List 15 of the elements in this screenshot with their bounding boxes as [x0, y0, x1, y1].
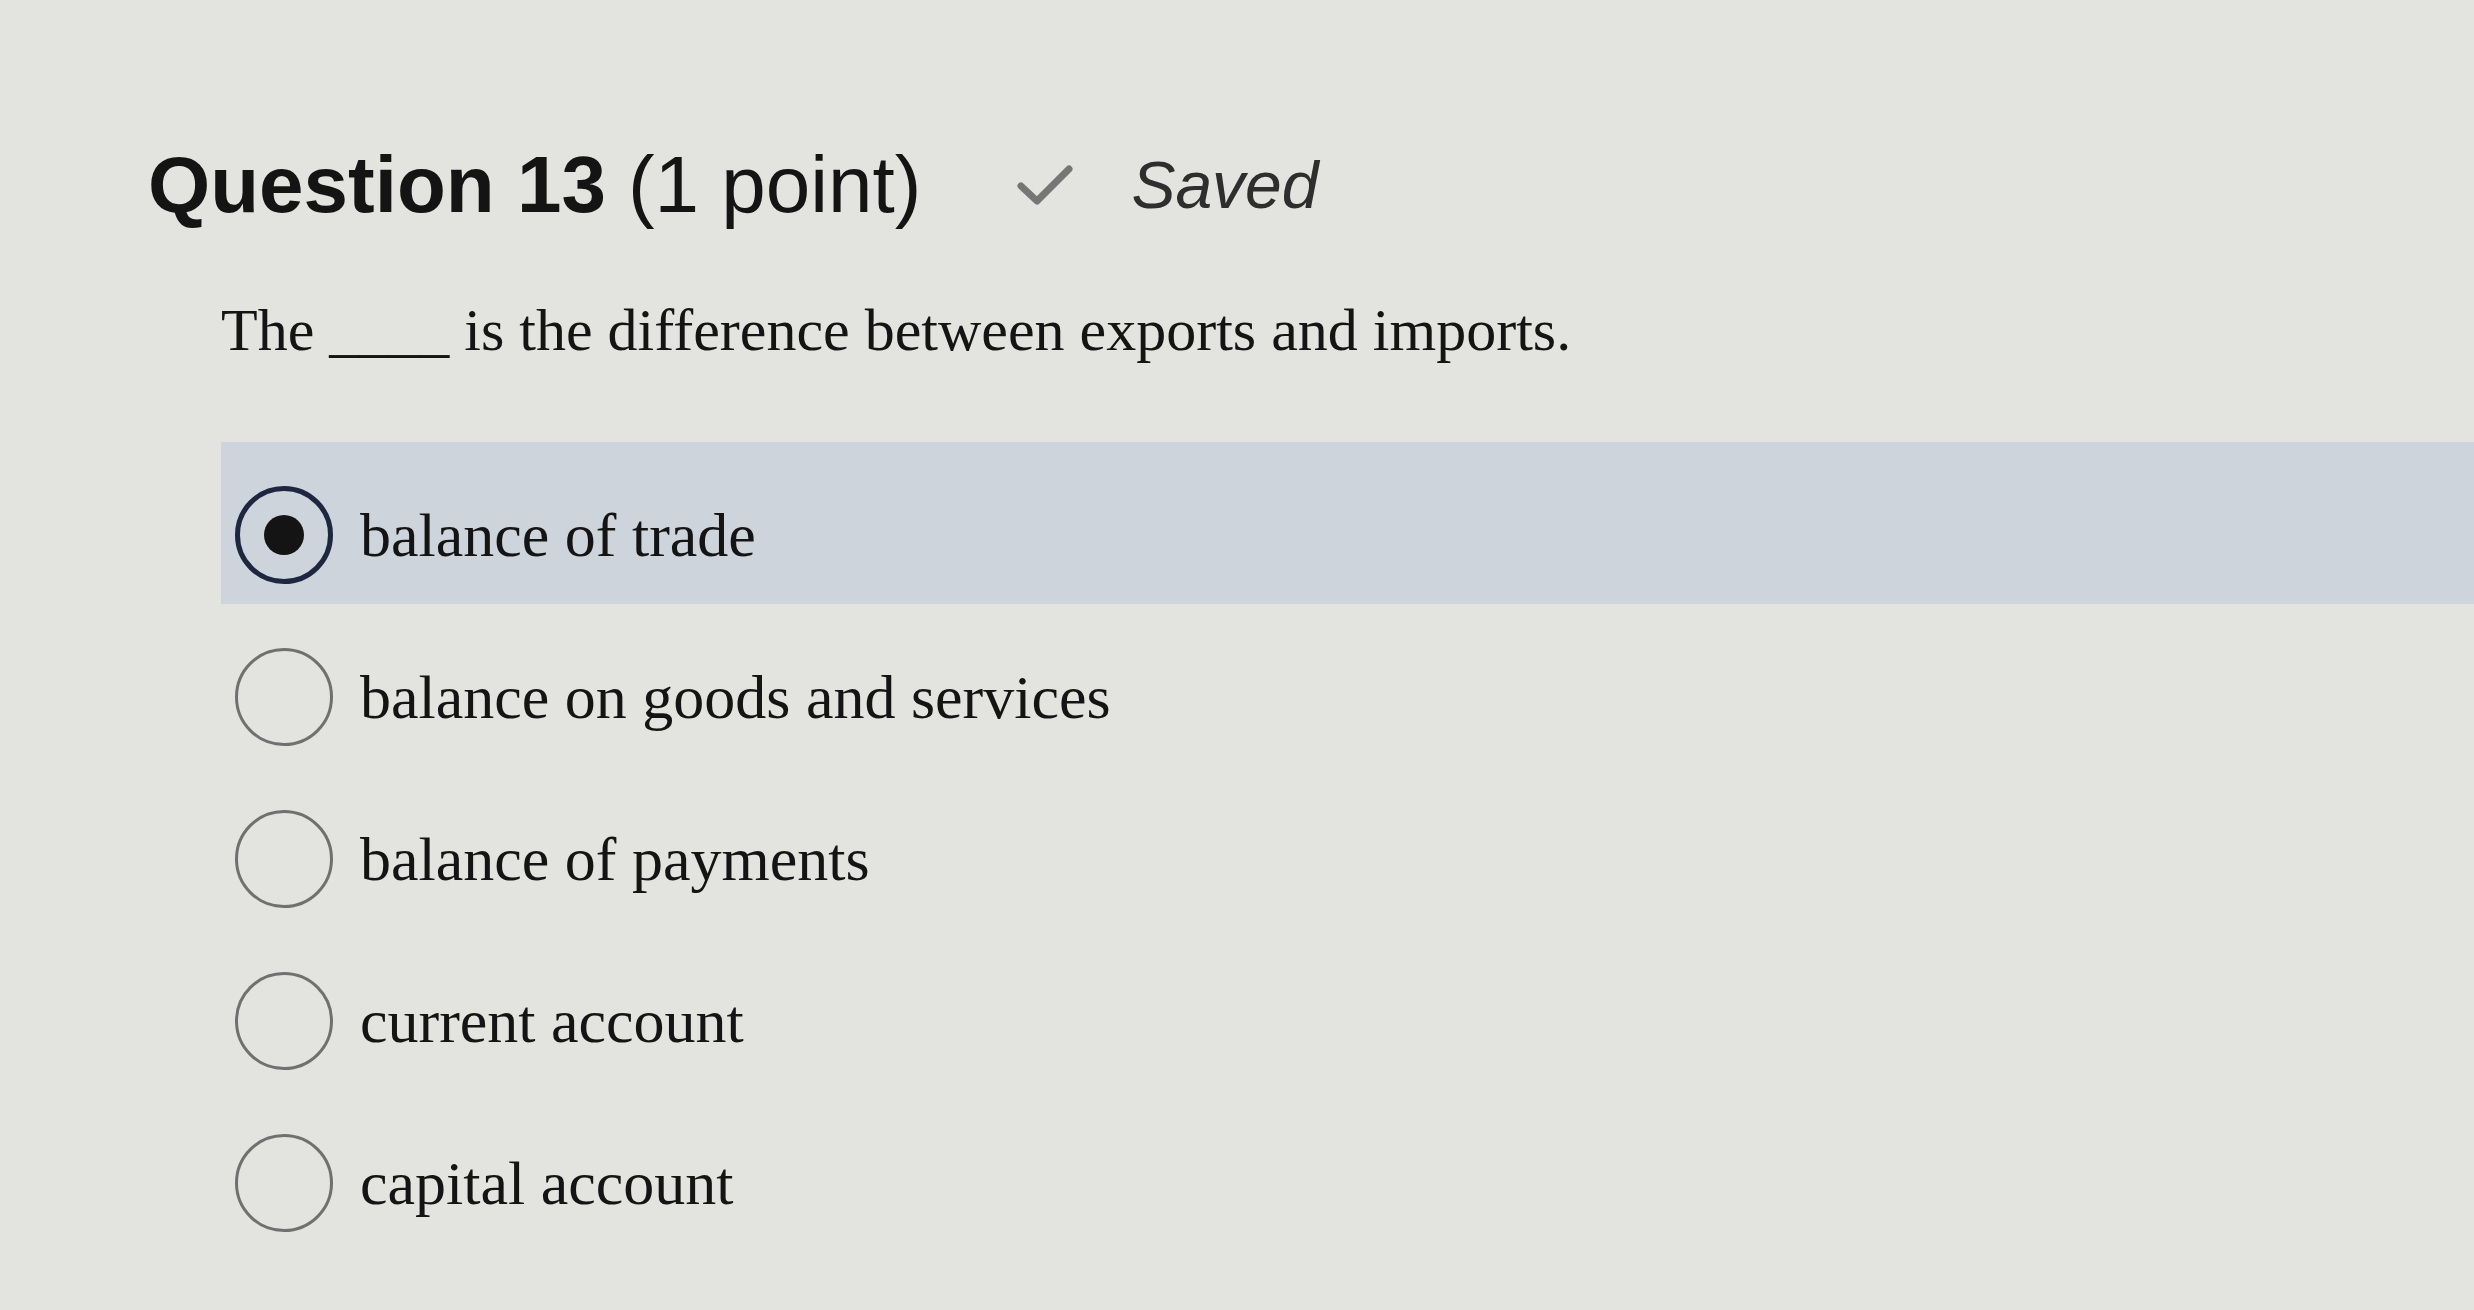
radio-button[interactable]	[235, 810, 333, 908]
option-label[interactable]: balance of payments	[360, 819, 870, 899]
radio-button[interactable]	[235, 1134, 333, 1232]
radio-button[interactable]	[235, 972, 333, 1070]
option-label[interactable]: current account	[360, 981, 744, 1061]
checkmark-icon	[1017, 164, 1074, 206]
radio-button[interactable]	[235, 648, 333, 746]
option-label[interactable]: balance of trade	[360, 495, 756, 575]
option-label[interactable]: capital account	[360, 1143, 734, 1223]
question-title: Question 13	[148, 139, 606, 231]
save-status: Saved	[1131, 147, 1319, 224]
radio-button[interactable]	[235, 486, 333, 584]
question-text: The ____ is the difference between exports and imports.	[221, 296, 1572, 365]
question-points: (1 point)	[627, 139, 922, 231]
option-label[interactable]: balance on goods and services	[360, 657, 1111, 737]
